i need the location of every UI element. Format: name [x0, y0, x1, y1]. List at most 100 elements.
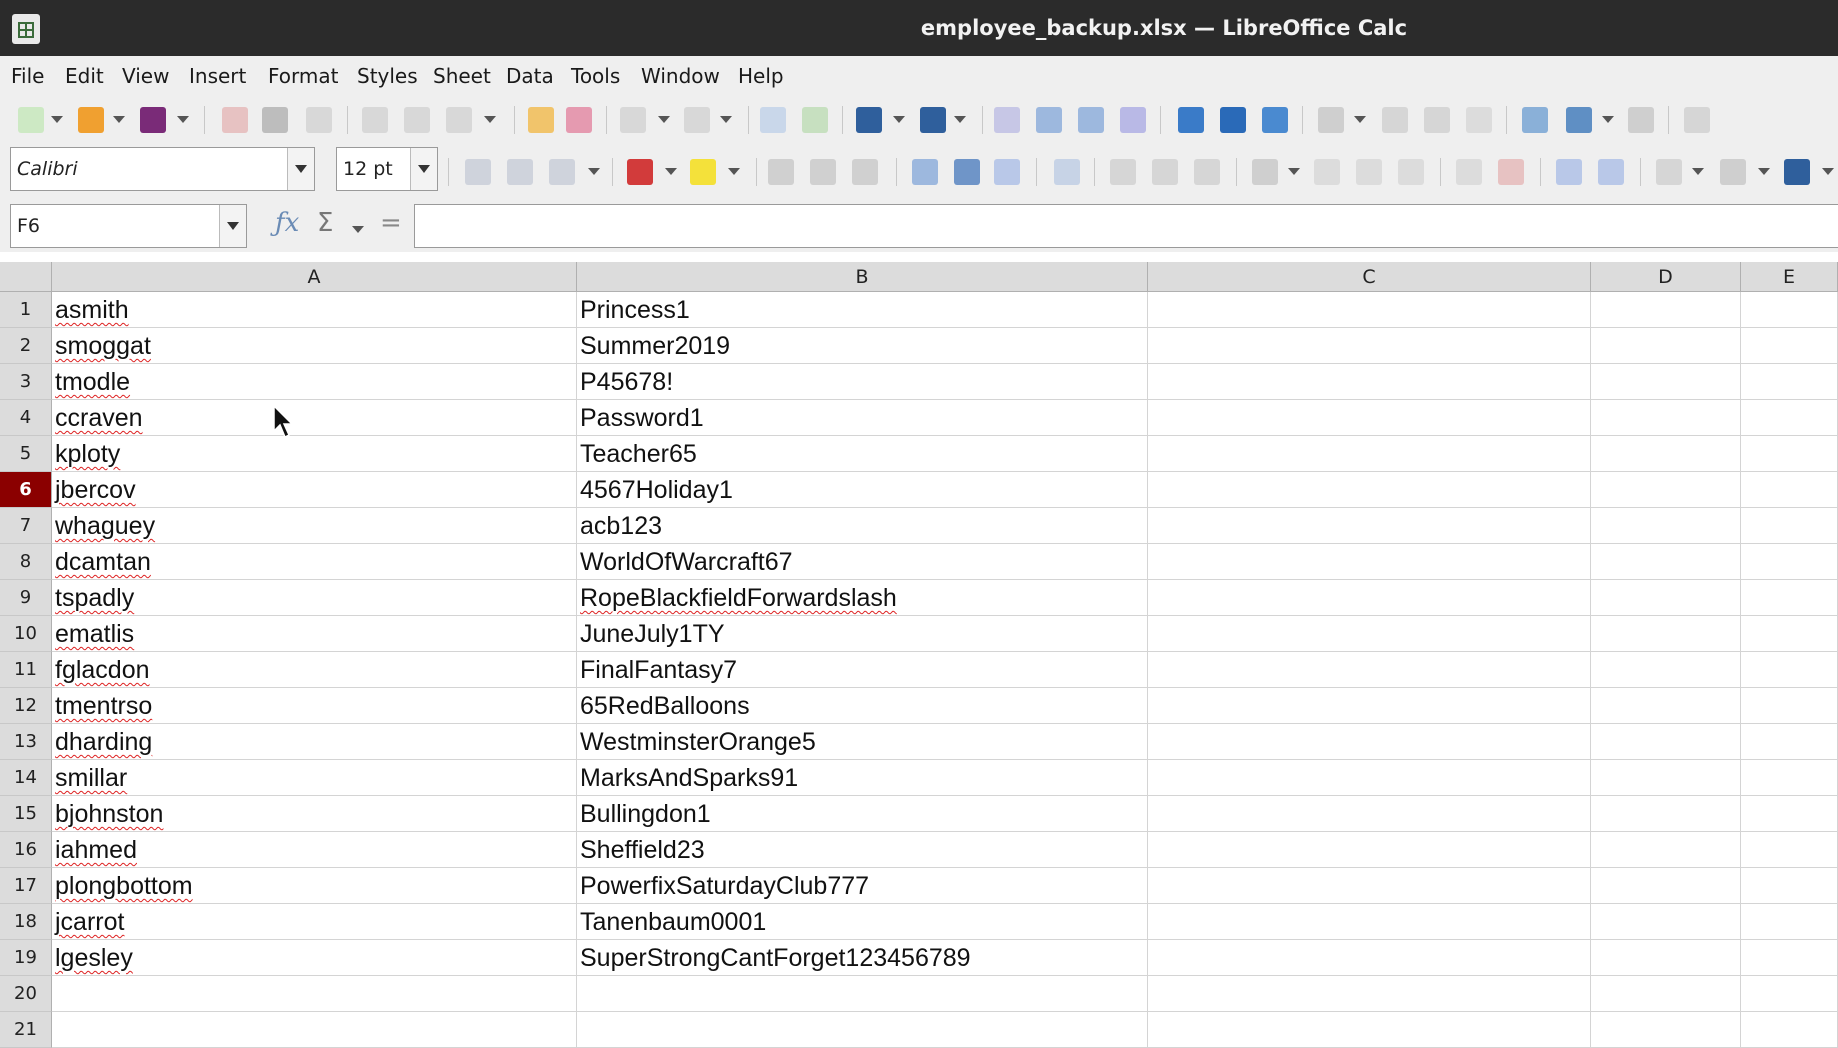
cell-b[interactable]: WorldOfWarcraft67	[577, 544, 1148, 580]
menu-format[interactable]: Format	[268, 64, 338, 88]
cell-b[interactable]: acb123	[577, 508, 1148, 544]
row-header[interactable]: 18	[0, 904, 52, 940]
formula-input[interactable]	[414, 204, 1838, 248]
font-color-dropdown-icon[interactable]	[665, 168, 677, 175]
print-preview-icon[interactable]	[306, 107, 332, 133]
percent-format-icon[interactable]	[1314, 159, 1340, 185]
cell-d[interactable]	[1591, 904, 1741, 940]
cell-e[interactable]	[1741, 940, 1838, 976]
column-header-a[interactable]: A	[52, 262, 577, 292]
align-top-icon[interactable]	[912, 159, 938, 185]
cell-d[interactable]	[1591, 832, 1741, 868]
row-header[interactable]: 21	[0, 1012, 52, 1048]
paste-icon[interactable]	[446, 107, 472, 133]
menu-tools[interactable]: Tools	[571, 64, 620, 88]
column-dropdown-icon[interactable]	[954, 116, 966, 123]
cell-a[interactable]: smillar	[52, 760, 577, 796]
cell-e[interactable]	[1741, 1012, 1838, 1048]
cell-e[interactable]	[1741, 400, 1838, 436]
border-style-icon[interactable]	[1720, 159, 1746, 185]
cell-c[interactable]	[1148, 1012, 1591, 1048]
cell-a[interactable]: smoggat	[52, 328, 577, 364]
row-header[interactable]: 15	[0, 796, 52, 832]
function-wizard-icon[interactable]: ƒx	[275, 208, 299, 238]
cell-a[interactable]: tmodle	[52, 364, 577, 400]
find-replace-icon[interactable]	[760, 107, 786, 133]
cell-b[interactable]: PowerfixSaturdayClub777	[577, 868, 1148, 904]
cell-a[interactable]: fglacdon	[52, 652, 577, 688]
font-name-chevron-down-icon[interactable]	[287, 148, 314, 190]
name-box[interactable]: F6	[10, 204, 247, 248]
row-header[interactable]: 17	[0, 868, 52, 904]
cell-c[interactable]	[1148, 796, 1591, 832]
cell-b[interactable]: P45678!	[577, 364, 1148, 400]
headers-footers-icon[interactable]	[1466, 107, 1492, 133]
column-header-d[interactable]: D	[1591, 262, 1741, 292]
cell-c[interactable]	[1148, 436, 1591, 472]
cell-e[interactable]	[1741, 724, 1838, 760]
cell-c[interactable]	[1148, 868, 1591, 904]
special-character-dropdown-icon[interactable]	[1354, 116, 1366, 123]
cell-b[interactable]: Summer2019	[577, 328, 1148, 364]
cell-d[interactable]	[1591, 400, 1741, 436]
cut-icon[interactable]	[362, 107, 388, 133]
row-header[interactable]: 9	[0, 580, 52, 616]
borders-dropdown-icon[interactable]	[1692, 168, 1704, 175]
pivot-table-icon[interactable]	[1262, 107, 1288, 133]
cell-a[interactable]: ccraven	[52, 400, 577, 436]
add-decimal-icon[interactable]	[1456, 159, 1482, 185]
border-color-dropdown-icon[interactable]	[1822, 168, 1834, 175]
cell-e[interactable]	[1741, 292, 1838, 328]
sort-icon[interactable]	[994, 107, 1020, 133]
copy-icon[interactable]	[404, 107, 430, 133]
row-header[interactable]: 3	[0, 364, 52, 400]
cell-c[interactable]	[1148, 688, 1591, 724]
cell-b[interactable]: Tanenbaum0001	[577, 904, 1148, 940]
cell-d[interactable]	[1591, 724, 1741, 760]
spreadsheet-grid[interactable]: A B C D E 1 asmith Princess1 2 smoggat Summer…	[0, 262, 1838, 1048]
cell-c[interactable]	[1148, 904, 1591, 940]
row-header[interactable]: 7	[0, 508, 52, 544]
cell-c[interactable]	[1148, 508, 1591, 544]
row-header[interactable]: 2	[0, 328, 52, 364]
row-header[interactable]: 8	[0, 544, 52, 580]
cell-a[interactable]: ematlis	[52, 616, 577, 652]
row-header[interactable]: 12	[0, 688, 52, 724]
align-right-icon[interactable]	[852, 159, 878, 185]
cell-d[interactable]	[1591, 364, 1741, 400]
cell-e[interactable]	[1741, 652, 1838, 688]
font-color-icon[interactable]	[627, 159, 653, 185]
undo-icon[interactable]	[620, 107, 646, 133]
cell-a[interactable]: asmith	[52, 292, 577, 328]
cell-d[interactable]	[1591, 580, 1741, 616]
comment-icon[interactable]	[1424, 107, 1450, 133]
cell-c[interactable]	[1148, 472, 1591, 508]
cell-e[interactable]	[1741, 544, 1838, 580]
cell-e[interactable]	[1741, 328, 1838, 364]
special-character-icon[interactable]	[1318, 107, 1344, 133]
cell-c[interactable]	[1148, 364, 1591, 400]
menu-file[interactable]: File	[11, 64, 44, 88]
clone-formatting-icon[interactable]	[528, 107, 554, 133]
spelling-icon[interactable]	[802, 107, 828, 133]
cell-d[interactable]	[1591, 436, 1741, 472]
cell-b[interactable]: SuperStrongCantForget123456789	[577, 940, 1148, 976]
cell-d[interactable]	[1591, 328, 1741, 364]
cell-b[interactable]: 65RedBalloons	[577, 688, 1148, 724]
cell-d[interactable]	[1591, 544, 1741, 580]
cell-b[interactable]	[577, 1012, 1148, 1048]
menu-edit[interactable]: Edit	[65, 64, 104, 88]
cell-d[interactable]	[1591, 292, 1741, 328]
cell-e[interactable]	[1741, 364, 1838, 400]
sum-icon[interactable]: Σ	[317, 208, 333, 238]
row-header[interactable]: 6	[0, 472, 52, 508]
cell-d[interactable]	[1591, 976, 1741, 1012]
new-dropdown-icon[interactable]	[51, 116, 63, 123]
cell-a[interactable]: tmentrso	[52, 688, 577, 724]
center-vertically-icon[interactable]	[954, 159, 980, 185]
align-left-icon[interactable]	[768, 159, 794, 185]
cell-e[interactable]	[1741, 796, 1838, 832]
cell-a[interactable]	[52, 976, 577, 1012]
row-header[interactable]: 1	[0, 292, 52, 328]
cell-a[interactable]: bjohnston	[52, 796, 577, 832]
